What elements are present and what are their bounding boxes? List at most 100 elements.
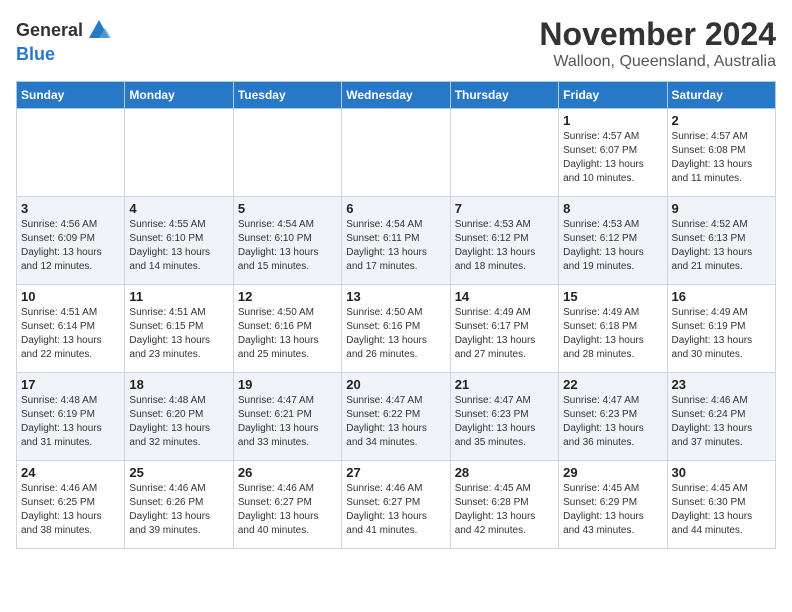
day-number: 17 xyxy=(21,377,120,392)
calendar-cell: 11 Sunrise: 4:51 AM Sunset: 6:15 PM Dayli… xyxy=(125,285,233,373)
calendar-cell xyxy=(17,109,125,197)
calendar-cell: 16 Sunrise: 4:49 AM Sunset: 6:19 PM Dayli… xyxy=(667,285,775,373)
calendar-cell: 29 Sunrise: 4:45 AM Sunset: 6:29 PM Dayli… xyxy=(559,461,667,549)
calendar-header-row: SundayMondayTuesdayWednesdayThursdayFrid… xyxy=(17,82,776,109)
day-number: 14 xyxy=(455,289,554,304)
calendar-cell xyxy=(450,109,558,197)
day-number: 15 xyxy=(563,289,662,304)
calendar-cell: 30 Sunrise: 4:45 AM Sunset: 6:30 PM Dayli… xyxy=(667,461,775,549)
calendar-cell: 5 Sunrise: 4:54 AM Sunset: 6:10 PM Daylig… xyxy=(233,197,341,285)
day-number: 6 xyxy=(346,201,445,216)
calendar-cell: 23 Sunrise: 4:46 AM Sunset: 6:24 PM Dayli… xyxy=(667,373,775,461)
day-number: 13 xyxy=(346,289,445,304)
calendar-cell: 27 Sunrise: 4:46 AM Sunset: 6:27 PM Dayli… xyxy=(342,461,450,549)
calendar-cell xyxy=(233,109,341,197)
header: General Blue November 2024 Walloon, Quee… xyxy=(16,16,776,71)
calendar-cell: 20 Sunrise: 4:47 AM Sunset: 6:22 PM Dayli… xyxy=(342,373,450,461)
calendar-cell: 17 Sunrise: 4:48 AM Sunset: 6:19 PM Dayli… xyxy=(17,373,125,461)
calendar-cell: 25Sunrise: 4:46 AM Sunset: 6:26 PM Dayli… xyxy=(125,461,233,549)
day-number: 10 xyxy=(21,289,120,304)
calendar-cell: 18 Sunrise: 4:48 AM Sunset: 6:20 PM Dayli… xyxy=(125,373,233,461)
day-info: Sunrise: 4:48 AM Sunset: 6:19 PM Dayligh… xyxy=(21,394,120,450)
calendar-cell: 22 Sunrise: 4:47 AM Sunset: 6:23 PM Dayli… xyxy=(559,373,667,461)
day-number: 20 xyxy=(346,377,445,392)
calendar-cell: 7 Sunrise: 4:53 AM Sunset: 6:12 PM Daylig… xyxy=(450,197,558,285)
day-number: 28 xyxy=(455,465,554,480)
day-info: Sunrise: 4:45 AM Sunset: 6:30 PM Dayligh… xyxy=(672,482,771,538)
day-info: Sunrise: 4:50 AM Sunset: 6:16 PM Dayligh… xyxy=(238,306,337,362)
calendar-cell: 2Sunrise: 4:57 AM Sunset: 6:08 PM Daylig… xyxy=(667,109,775,197)
day-number: 12 xyxy=(238,289,337,304)
logo: General Blue xyxy=(16,16,113,65)
day-number: 11 xyxy=(129,289,228,304)
calendar-header-cell: Sunday xyxy=(17,82,125,109)
day-number: 16 xyxy=(672,289,771,304)
day-info: Sunrise: 4:51 AM Sunset: 6:14 PM Dayligh… xyxy=(21,306,120,362)
day-number: 29 xyxy=(563,465,662,480)
calendar-cell: 8Sunrise: 4:53 AM Sunset: 6:12 PM Daylig… xyxy=(559,197,667,285)
day-info: Sunrise: 4:46 AM Sunset: 6:27 PM Dayligh… xyxy=(346,482,445,538)
day-number: 7 xyxy=(455,201,554,216)
calendar-table: SundayMondayTuesdayWednesdayThursdayFrid… xyxy=(16,81,776,549)
day-info: Sunrise: 4:54 AM Sunset: 6:11 PM Dayligh… xyxy=(346,218,445,274)
day-number: 1 xyxy=(563,113,662,128)
day-number: 3 xyxy=(21,201,120,216)
location-title: Walloon, Queensland, Australia xyxy=(539,53,776,71)
day-number: 23 xyxy=(672,377,771,392)
day-number: 27 xyxy=(346,465,445,480)
calendar-cell: 21Sunrise: 4:47 AM Sunset: 6:23 PM Dayli… xyxy=(450,373,558,461)
calendar-cell: 24 Sunrise: 4:46 AM Sunset: 6:25 PM Dayli… xyxy=(17,461,125,549)
day-info: Sunrise: 4:54 AM Sunset: 6:10 PM Dayligh… xyxy=(238,218,337,274)
calendar-header-cell: Thursday xyxy=(450,82,558,109)
day-info: Sunrise: 4:49 AM Sunset: 6:18 PM Dayligh… xyxy=(563,306,662,362)
day-info: Sunrise: 4:46 AM Sunset: 6:24 PM Dayligh… xyxy=(672,394,771,450)
day-info: Sunrise: 4:48 AM Sunset: 6:20 PM Dayligh… xyxy=(129,394,228,450)
calendar-week-row: 1 Sunrise: 4:57 AM Sunset: 6:07 PM Daylig… xyxy=(17,109,776,197)
day-number: 9 xyxy=(672,201,771,216)
calendar-body: 1 Sunrise: 4:57 AM Sunset: 6:07 PM Daylig… xyxy=(17,109,776,549)
day-info: Sunrise: 4:56 AM Sunset: 6:09 PM Dayligh… xyxy=(21,218,120,274)
calendar-week-row: 10 Sunrise: 4:51 AM Sunset: 6:14 PM Dayli… xyxy=(17,285,776,373)
day-number: 19 xyxy=(238,377,337,392)
calendar-week-row: 3 Sunrise: 4:56 AM Sunset: 6:09 PM Daylig… xyxy=(17,197,776,285)
calendar-cell: 19 Sunrise: 4:47 AM Sunset: 6:21 PM Dayli… xyxy=(233,373,341,461)
day-info: Sunrise: 4:55 AM Sunset: 6:10 PM Dayligh… xyxy=(129,218,228,274)
logo-general: General xyxy=(16,20,83,41)
day-number: 2 xyxy=(672,113,771,128)
day-info: Sunrise: 4:53 AM Sunset: 6:12 PM Dayligh… xyxy=(455,218,554,274)
day-number: 26 xyxy=(238,465,337,480)
day-number: 24 xyxy=(21,465,120,480)
calendar-cell: 4 Sunrise: 4:55 AM Sunset: 6:10 PM Daylig… xyxy=(125,197,233,285)
day-number: 30 xyxy=(672,465,771,480)
day-info: Sunrise: 4:45 AM Sunset: 6:28 PM Dayligh… xyxy=(455,482,554,538)
title-section: November 2024 Walloon, Queensland, Austr… xyxy=(539,16,776,71)
day-info: Sunrise: 4:51 AM Sunset: 6:15 PM Dayligh… xyxy=(129,306,228,362)
day-info: Sunrise: 4:46 AM Sunset: 6:26 PM Dayligh… xyxy=(129,482,228,538)
day-info: Sunrise: 4:52 AM Sunset: 6:13 PM Dayligh… xyxy=(672,218,771,274)
calendar-cell: 14Sunrise: 4:49 AM Sunset: 6:17 PM Dayli… xyxy=(450,285,558,373)
day-info: Sunrise: 4:49 AM Sunset: 6:19 PM Dayligh… xyxy=(672,306,771,362)
day-number: 22 xyxy=(563,377,662,392)
day-info: Sunrise: 4:47 AM Sunset: 6:21 PM Dayligh… xyxy=(238,394,337,450)
day-number: 4 xyxy=(129,201,228,216)
day-number: 18 xyxy=(129,377,228,392)
day-info: Sunrise: 4:45 AM Sunset: 6:29 PM Dayligh… xyxy=(563,482,662,538)
month-title: November 2024 xyxy=(539,16,776,53)
day-info: Sunrise: 4:57 AM Sunset: 6:07 PM Dayligh… xyxy=(563,130,662,186)
day-info: Sunrise: 4:50 AM Sunset: 6:16 PM Dayligh… xyxy=(346,306,445,362)
day-number: 8 xyxy=(563,201,662,216)
day-info: Sunrise: 4:47 AM Sunset: 6:23 PM Dayligh… xyxy=(455,394,554,450)
calendar-cell: 15 Sunrise: 4:49 AM Sunset: 6:18 PM Dayli… xyxy=(559,285,667,373)
day-info: Sunrise: 4:46 AM Sunset: 6:27 PM Dayligh… xyxy=(238,482,337,538)
calendar-cell: 6 Sunrise: 4:54 AM Sunset: 6:11 PM Daylig… xyxy=(342,197,450,285)
day-info: Sunrise: 4:47 AM Sunset: 6:23 PM Dayligh… xyxy=(563,394,662,450)
day-info: Sunrise: 4:47 AM Sunset: 6:22 PM Dayligh… xyxy=(346,394,445,450)
calendar-cell: 9 Sunrise: 4:52 AM Sunset: 6:13 PM Daylig… xyxy=(667,197,775,285)
calendar-cell: 13 Sunrise: 4:50 AM Sunset: 6:16 PM Dayli… xyxy=(342,285,450,373)
calendar-cell: 3 Sunrise: 4:56 AM Sunset: 6:09 PM Daylig… xyxy=(17,197,125,285)
calendar-cell xyxy=(342,109,450,197)
calendar-week-row: 24 Sunrise: 4:46 AM Sunset: 6:25 PM Dayli… xyxy=(17,461,776,549)
day-number: 5 xyxy=(238,201,337,216)
day-info: Sunrise: 4:46 AM Sunset: 6:25 PM Dayligh… xyxy=(21,482,120,538)
calendar-cell: 1 Sunrise: 4:57 AM Sunset: 6:07 PM Daylig… xyxy=(559,109,667,197)
